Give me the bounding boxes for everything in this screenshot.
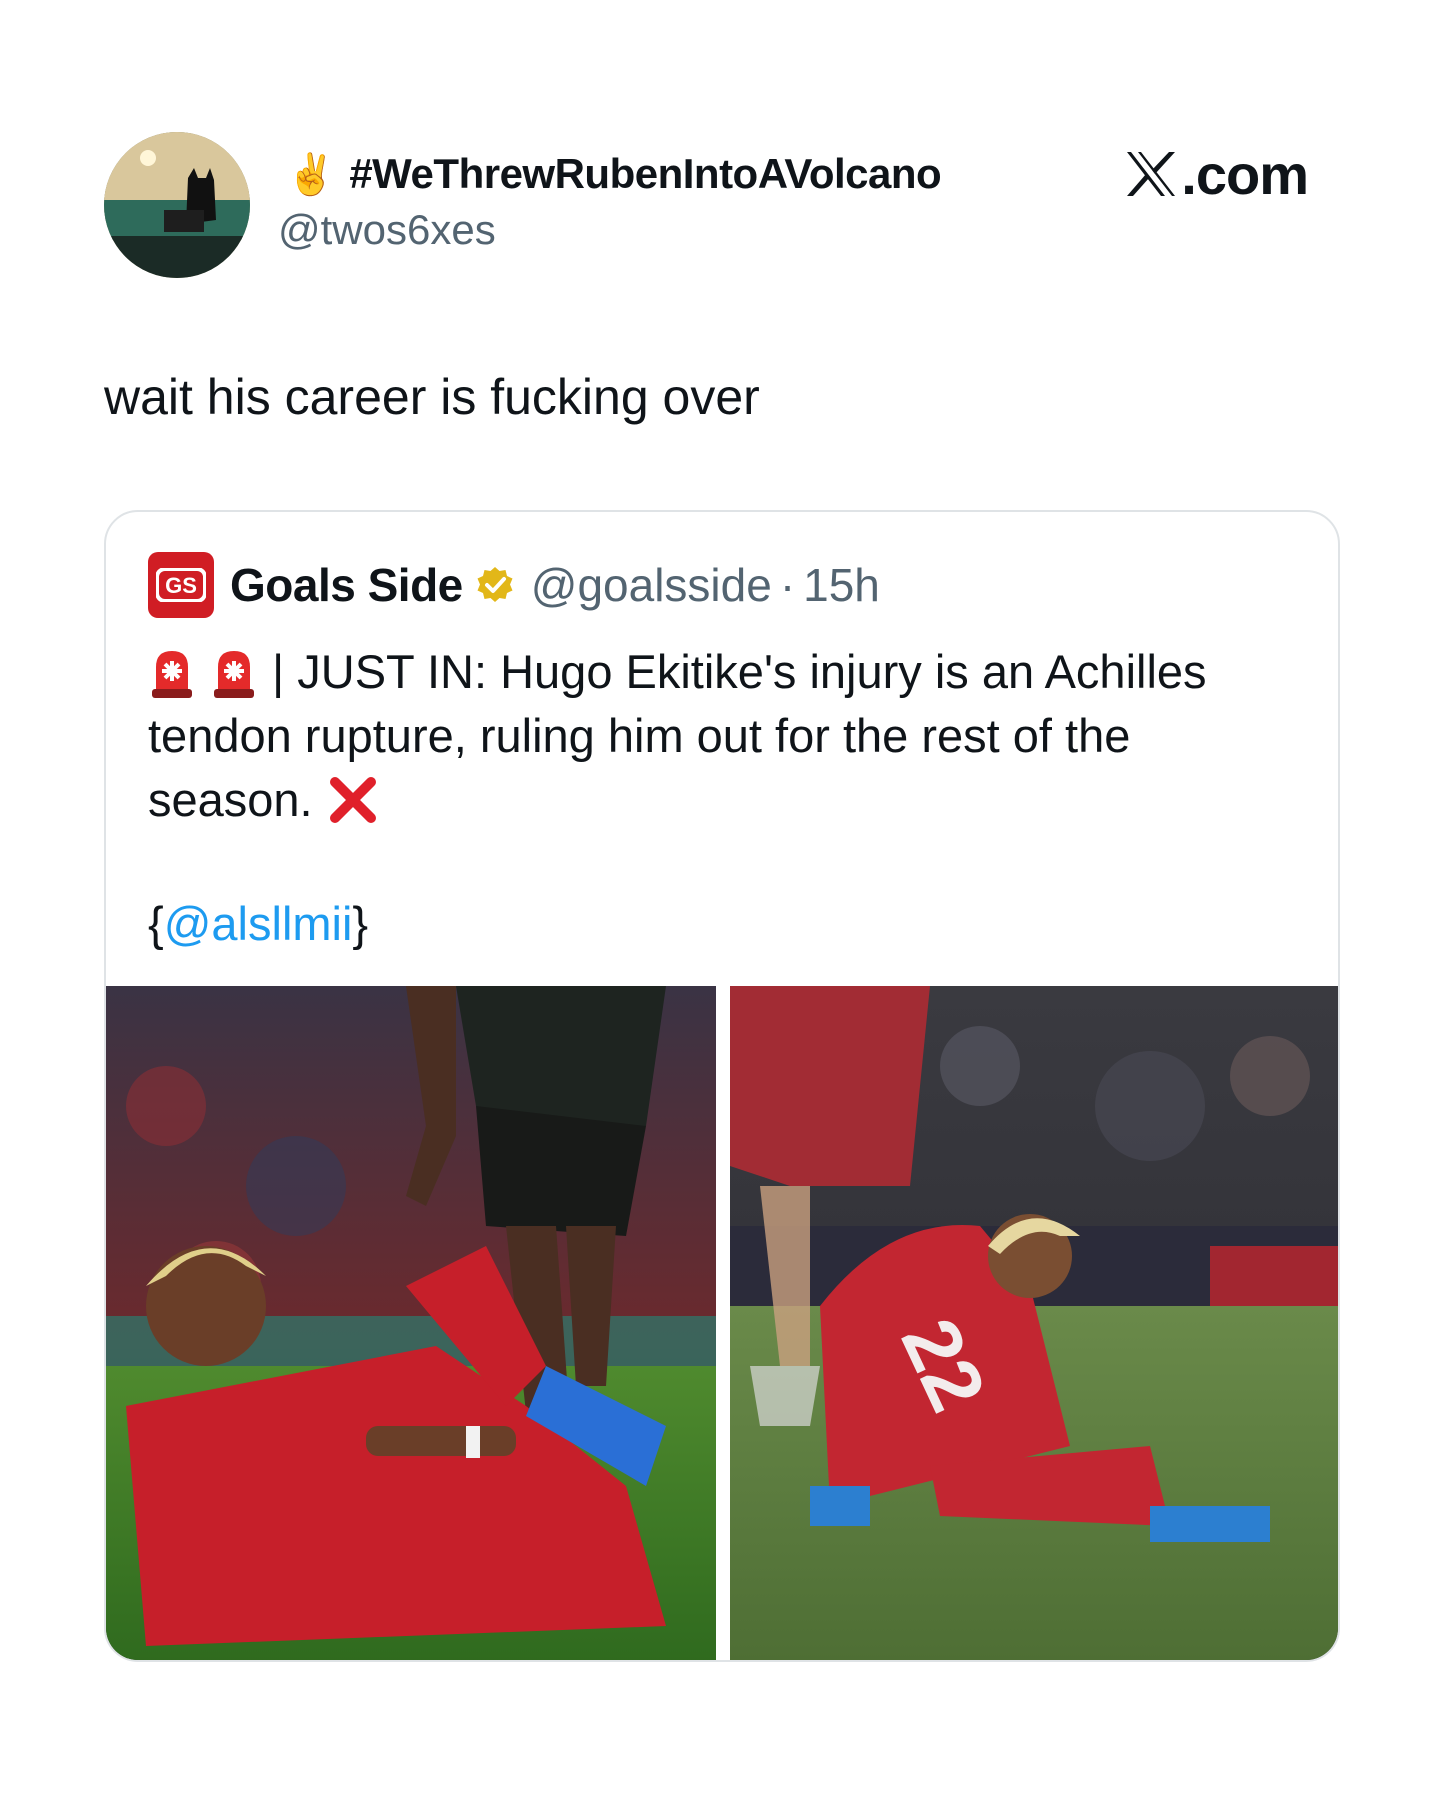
quoted-tweet-header: GS Goals Side @goalsside · 15h [148,552,880,618]
svg-text:GS: GS [165,573,197,598]
author-display-name[interactable]: ✌️ #WeThrewRubenIntoAVolcano [286,146,942,202]
quoted-author-handle[interactable]: @goalsside [531,558,772,612]
separator-dot: · [779,559,796,611]
author-handle[interactable]: @twos6xes [278,206,496,254]
credit-mention-link[interactable]: @alsllmii [164,897,353,950]
verified-badge-icon [475,565,515,605]
cross-mark-icon [329,777,376,823]
quoted-text-line: | JUST IN: Hugo Ekitike's injury is an A… [272,645,1207,698]
player-injured-on-pitch-photo[interactable] [106,986,716,1660]
player-down-on-grass-photo[interactable]: 22 [730,986,1338,1660]
brand-domain: .com [1181,142,1309,206]
victory-hand-icon: ✌️ [286,151,336,198]
author-name-text: #WeThrewRubenIntoAVolcano [349,150,942,197]
credit-brace-close: } [352,897,369,950]
x-brand: .com [1125,142,1309,206]
quoted-text-line: tendon rupture, ruling him out for the r… [148,709,1131,762]
credit-brace-open: { [148,897,164,950]
quoted-tweet-card[interactable]: GS Goals Side @goalsside · 15h | JUST IN… [104,510,1340,1662]
x-logo-icon [1127,152,1176,196]
quoted-author-name[interactable]: Goals Side [230,558,463,612]
quoted-text-line: season. [148,773,313,826]
tweet-text: wait his career is fucking over [104,369,760,425]
avatar-image [104,132,250,278]
quoted-tweet-text: | JUST IN: Hugo Ekitike's injury is an A… [148,640,1288,832]
quoted-tweet-time[interactable]: 15h [803,558,880,612]
siren-icon [152,651,192,698]
avatar[interactable] [104,132,250,278]
quoted-credit: {@alsllmii} [148,896,368,951]
goals-side-logo-icon[interactable]: GS [148,552,214,618]
siren-icon [214,651,254,698]
